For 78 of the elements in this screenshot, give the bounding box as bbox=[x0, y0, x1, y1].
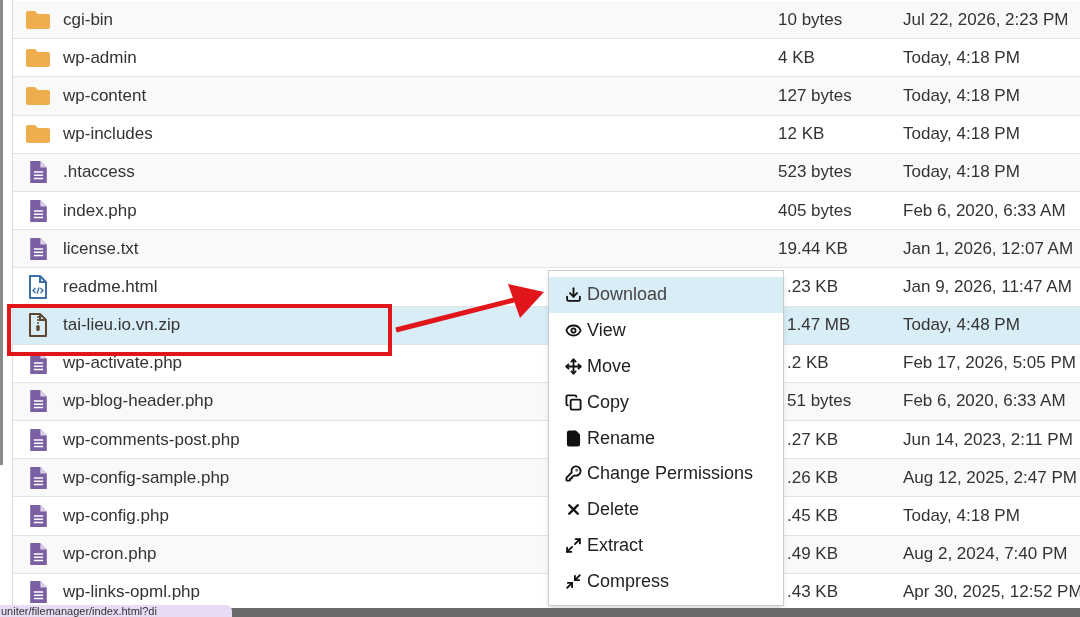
file-row[interactable]: wp-content 127 bytes Today, 4:18 PM bbox=[13, 77, 1080, 116]
file-row[interactable]: cgi-bin 10 bytes Jul 22, 2026, 2:23 PM bbox=[13, 1, 1080, 40]
document-icon bbox=[28, 427, 48, 452]
zip-file-icon bbox=[28, 312, 48, 339]
file-size: .43 KB bbox=[787, 583, 839, 602]
file-size: 12 KB bbox=[778, 125, 825, 144]
file-name: wp-includes bbox=[63, 125, 153, 144]
file-size: .49 KB bbox=[787, 545, 839, 564]
modified-date: Today, 4:48 PM bbox=[903, 316, 1020, 335]
file-size: 51 bytes bbox=[787, 392, 852, 411]
modified-date: Today, 4:18 PM bbox=[903, 48, 1020, 67]
file-icon bbox=[565, 429, 582, 447]
move-icon bbox=[565, 357, 582, 375]
menu-item[interactable]: Rename bbox=[549, 420, 783, 456]
link-url-tooltip: uniter/filemanager/index.html?di bbox=[0, 605, 232, 617]
key-icon bbox=[565, 465, 582, 483]
modified-date: Today, 4:18 PM bbox=[903, 507, 1020, 526]
folder-icon bbox=[25, 9, 51, 30]
menu-item[interactable]: Copy bbox=[549, 384, 783, 421]
file-size: 405 bytes bbox=[778, 201, 852, 220]
file-name: wp-cron.php bbox=[63, 545, 157, 564]
modified-date: Aug 2, 2024, 7:40 PM bbox=[903, 545, 1068, 564]
file-name: wp-config-sample.php bbox=[63, 468, 230, 487]
file-row[interactable]: license.txt 19.44 KB Jan 1, 2026, 12:07 AM bbox=[13, 230, 1080, 269]
document-icon bbox=[28, 389, 48, 414]
modified-date: Jul 22, 2026, 2:23 PM bbox=[903, 10, 1069, 29]
menu-item[interactable]: Move bbox=[549, 348, 783, 385]
file-size: 4 KB bbox=[778, 48, 815, 67]
file-size: .27 KB bbox=[787, 430, 839, 449]
folder-icon bbox=[25, 124, 51, 145]
document-icon bbox=[28, 542, 48, 567]
folder-icon bbox=[25, 85, 51, 106]
file-name: readme.html bbox=[63, 277, 158, 296]
file-size: .23 KB bbox=[787, 277, 839, 296]
file-size: 127 bytes bbox=[778, 86, 852, 105]
file-name: wp-blog-header.php bbox=[63, 392, 214, 411]
file-name: wp-activate.php bbox=[63, 354, 183, 373]
file-size: 1.47 MB bbox=[787, 316, 851, 335]
modified-date: Aug 12, 2025, 2:47 PM bbox=[903, 468, 1077, 487]
modified-date: Feb 6, 2020, 6:33 AM bbox=[903, 392, 1066, 411]
document-icon bbox=[28, 504, 48, 529]
modified-date: Today, 4:18 PM bbox=[903, 86, 1020, 105]
document-icon bbox=[28, 465, 48, 490]
file-size: 19.44 KB bbox=[778, 239, 848, 258]
file-name: tai-lieu.io.vn.zip bbox=[63, 316, 181, 335]
download-icon bbox=[565, 286, 582, 304]
modified-date: Today, 4:18 PM bbox=[903, 125, 1020, 144]
file-name: wp-admin bbox=[63, 48, 137, 67]
file-name: wp-comments-post.php bbox=[63, 430, 240, 449]
file-size: .45 KB bbox=[787, 507, 839, 526]
modified-date: Jun 14, 2023, 2:11 PM bbox=[903, 430, 1073, 449]
menu-item[interactable]: Download bbox=[549, 277, 783, 313]
document-icon bbox=[28, 236, 48, 261]
file-name: license.txt bbox=[63, 239, 139, 258]
expand-icon bbox=[565, 536, 582, 554]
file-name: wp-config.php bbox=[63, 507, 169, 526]
document-icon bbox=[28, 160, 48, 185]
modified-date: Jan 9, 2026, 11:47 AM bbox=[903, 277, 1072, 296]
code-file-icon bbox=[28, 273, 48, 300]
file-size: 523 bytes bbox=[778, 163, 852, 182]
file-name: wp-links-opml.php bbox=[63, 583, 200, 602]
modified-date: Feb 17, 2026, 5:05 PM bbox=[903, 354, 1076, 373]
modified-date: Jan 1, 2026, 12:07 AM bbox=[903, 239, 1074, 258]
file-name: index.php bbox=[63, 201, 137, 220]
copy-icon bbox=[565, 393, 582, 411]
file-size: 10 bytes bbox=[778, 10, 843, 29]
file-name: cgi-bin bbox=[63, 10, 114, 29]
folder-icon bbox=[25, 47, 51, 68]
file-name: .htaccess bbox=[63, 163, 135, 182]
modified-date: Feb 6, 2020, 6:33 AM bbox=[903, 201, 1066, 220]
document-icon bbox=[28, 580, 48, 605]
modified-date: Today, 4:18 PM bbox=[903, 163, 1020, 182]
file-size: .26 KB bbox=[787, 468, 839, 487]
document-icon bbox=[28, 198, 48, 223]
file-name: wp-content bbox=[63, 86, 147, 105]
file-size: .2 KB bbox=[787, 354, 829, 373]
compress-icon bbox=[565, 572, 582, 590]
file-row[interactable]: .htaccess 523 bytes Today, 4:18 PM bbox=[13, 153, 1080, 192]
